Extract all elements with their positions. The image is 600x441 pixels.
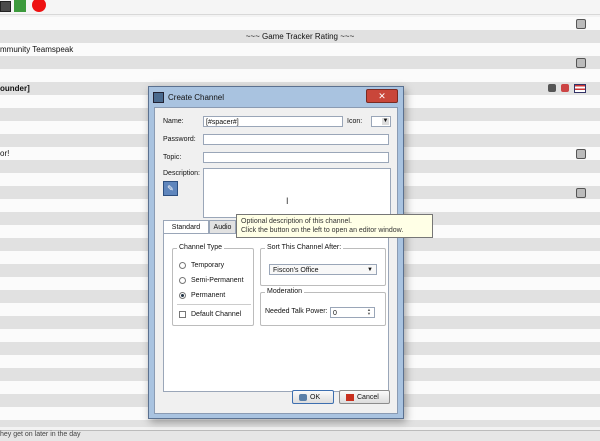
app-icon [153, 92, 164, 103]
radio-temporary[interactable] [179, 262, 186, 269]
channel-row-label: or! [0, 149, 10, 158]
tooltip-line-2: Click the button on the left to open an … [241, 227, 404, 234]
cancel-button[interactable]: Cancel [339, 390, 390, 404]
standard-tab-panel: Channel Type Temporary Semi-Permanent Pe… [163, 233, 389, 392]
sort-after-dropdown[interactable]: Fiscon's Office ▼ [269, 264, 377, 275]
tooltip-line-1: Optional description of this channel. [241, 218, 352, 225]
icon-label: Icon: [347, 118, 363, 125]
create-channel-dialog: Create Channel ✕ Name: [#spacer#] Icon: … [148, 86, 404, 419]
channel-row[interactable] [0, 56, 600, 69]
topic-label: Topic: [163, 154, 182, 161]
channel-row-label: mmunity Teamspeak [0, 45, 74, 54]
channel-row[interactable] [0, 17, 600, 30]
channel-row[interactable]: ~~~ Game Tracker Rating ~~~ [0, 30, 600, 43]
dialog-body: Name: [#spacer#] Icon: ▼ Password: Topic… [154, 107, 398, 414]
lock-icon [576, 188, 586, 198]
tab-audio[interactable]: Audio [209, 220, 236, 233]
channel-type-title: Channel Type [177, 244, 225, 251]
default-channel-label: Default Channel [191, 311, 242, 318]
talk-power-value: 0 [333, 310, 337, 317]
name-input[interactable]: [#spacer#] [203, 116, 343, 127]
text-cursor-icon: I [286, 196, 289, 206]
channel-row-label: ~~~ Game Tracker Rating ~~~ [245, 32, 355, 41]
radio-temporary-label: Temporary [191, 262, 225, 269]
status-text: hey get on later in the day [0, 431, 81, 438]
flag-icon [574, 84, 586, 93]
dialog-title: Create Channel [168, 93, 225, 102]
radio-semi-permanent-label: Semi-Permanent [191, 277, 244, 284]
topic-input[interactable] [203, 152, 389, 163]
channel-row[interactable] [0, 69, 600, 82]
ok-button[interactable]: OK [292, 390, 334, 404]
radio-semi-permanent[interactable] [179, 277, 186, 284]
home-icon [576, 58, 586, 68]
toolbar-away-icon[interactable] [32, 0, 46, 12]
spinner-arrows-icon[interactable]: ▲ ▼ [367, 308, 373, 317]
talk-power-spinner[interactable]: 0 ▲ ▼ [330, 307, 375, 318]
icon-select[interactable]: ▼ [371, 116, 391, 127]
cancel-label: Cancel [357, 394, 379, 401]
description-label: Description: [163, 170, 200, 177]
sort-after-value: Fiscon's Office [273, 267, 319, 274]
sort-title: Sort This Channel After: [265, 244, 344, 251]
moderation-title: Moderation [265, 288, 305, 295]
ok-icon [299, 394, 307, 401]
group-badge-icon [548, 84, 556, 92]
toolbar-user-icon[interactable] [14, 0, 26, 12]
radio-permanent-label: Permanent [191, 292, 226, 299]
moderation-group: Moderation Needed Talk Power: 0 ▲ ▼ [260, 288, 386, 326]
sort-group: Sort This Channel After: Fiscon's Office… [260, 244, 386, 286]
description-tooltip: Optional description of this channel. Cl… [236, 214, 433, 238]
password-label: Password: [163, 136, 196, 143]
password-input[interactable] [203, 134, 389, 145]
status-bar: hey get on later in the day [0, 430, 600, 441]
divider [177, 304, 251, 305]
tab-standard[interactable]: Standard [163, 220, 209, 233]
name-label: Name: [163, 118, 184, 125]
ok-label: OK [310, 394, 321, 401]
default-channel-checkbox[interactable] [179, 311, 186, 318]
pencil-icon: ✎ [167, 184, 174, 193]
lock-icon [576, 149, 586, 159]
close-button[interactable]: ✕ [366, 89, 398, 103]
lock-icon [576, 19, 586, 29]
radio-permanent[interactable] [179, 292, 186, 299]
top-toolbar [0, 0, 600, 15]
cancel-icon [346, 394, 354, 401]
chevron-down-icon: ▼ [382, 118, 389, 125]
description-editor-button[interactable]: ✎ [163, 181, 178, 196]
channel-row [0, 420, 600, 427]
talk-power-label: Needed Talk Power: [265, 308, 328, 315]
channel-row[interactable]: mmunity Teamspeak [0, 43, 600, 56]
shield-badge-icon [561, 84, 569, 92]
channel-row-label: ounder] [0, 84, 30, 93]
chevron-down-icon: ▼ [367, 267, 373, 273]
toolbar-tool-icon[interactable] [0, 1, 11, 12]
description-textarea[interactable]: I [203, 168, 391, 218]
channel-type-group: Channel Type Temporary Semi-Permanent Pe… [172, 244, 254, 326]
dialog-titlebar: Create Channel [153, 91, 373, 104]
